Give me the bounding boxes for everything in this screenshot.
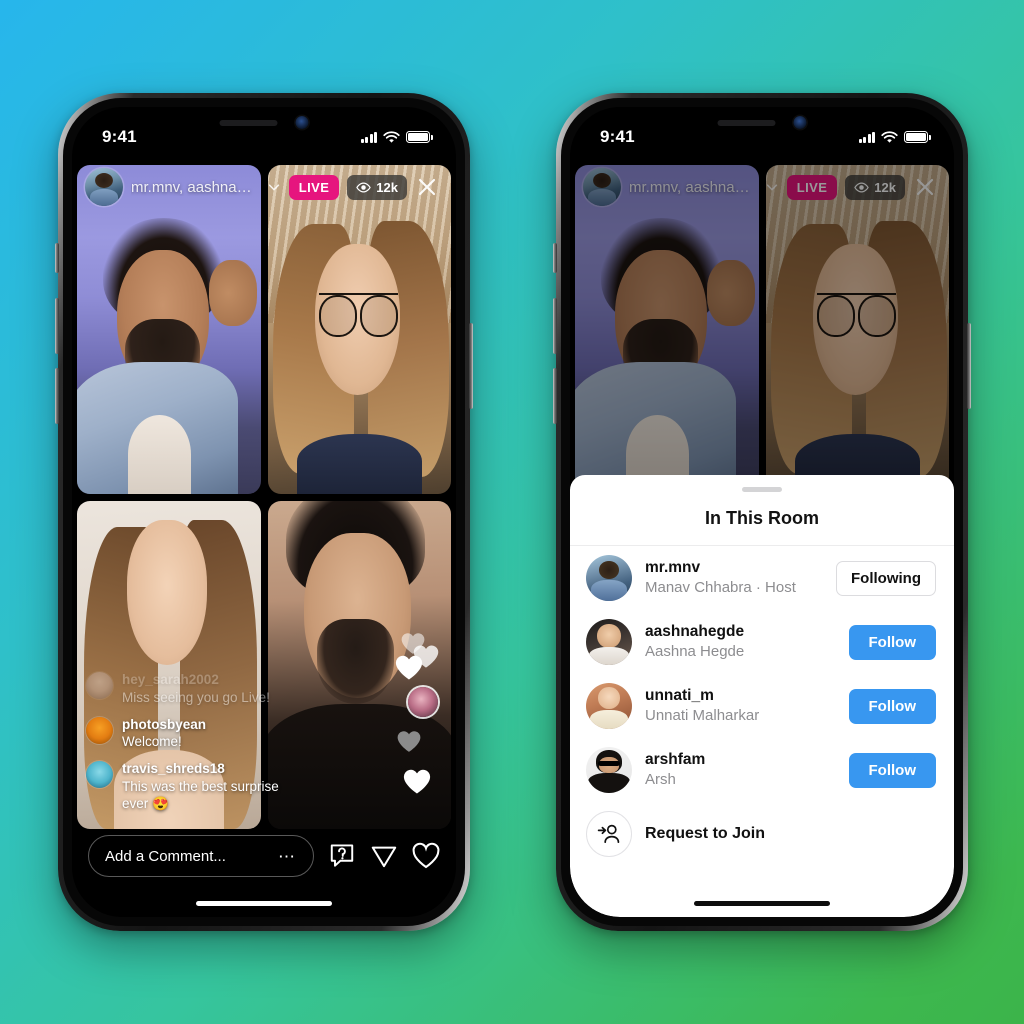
avatar[interactable]	[586, 683, 632, 729]
home-indicator[interactable]	[196, 901, 332, 906]
follow-button[interactable]: Follow	[848, 752, 936, 788]
home-indicator[interactable]	[694, 901, 830, 906]
member-fullname: Manav Chhabra · Host	[645, 579, 796, 597]
mute-switch[interactable]	[55, 243, 59, 273]
volume-up-button[interactable]	[553, 298, 557, 354]
viewer-count-badge[interactable]: 12k	[347, 174, 407, 200]
battery-icon	[406, 131, 433, 143]
paper-plane-icon[interactable]	[370, 842, 398, 870]
comment-text: Miss seeing you go Live!	[122, 690, 270, 706]
earpiece-speaker	[717, 119, 776, 126]
comment-placeholder: Add a Comment...	[105, 847, 226, 865]
participant-video-2[interactable]	[267, 165, 451, 494]
member-username[interactable]: arshfam	[645, 750, 836, 770]
earpiece-speaker	[219, 119, 278, 126]
commenter-avatar[interactable]	[86, 716, 113, 744]
member-fullname: Arsh	[645, 771, 676, 789]
heart-icon[interactable]	[412, 842, 440, 870]
comment-item[interactable]: photosbyean Welcome!	[86, 716, 296, 751]
reaction-avatar	[408, 687, 438, 717]
phone-bezel: 9:41	[63, 98, 465, 926]
commenter-username[interactable]: travis_shreds18	[122, 761, 296, 778]
eye-icon	[356, 181, 372, 193]
notch	[717, 116, 807, 129]
heart-icon	[397, 731, 421, 752]
volume-down-button[interactable]	[55, 368, 59, 424]
person-add-icon	[586, 811, 632, 857]
room-member-row[interactable]: aashnahegde Aashna Hegde Follow	[570, 610, 954, 674]
live-bottom-bar: Add a Comment... ⋯	[72, 829, 456, 883]
live-badge: LIVE	[288, 174, 340, 200]
heart-icon	[403, 769, 431, 794]
question-bubble-icon[interactable]	[328, 842, 356, 870]
power-button[interactable]	[967, 323, 971, 409]
phone-bezel: 9:41	[561, 98, 963, 926]
avatar[interactable]	[586, 619, 632, 665]
request-to-join-label[interactable]: Request to Join	[645, 825, 765, 843]
mute-switch[interactable]	[553, 243, 557, 273]
live-header: mr.mnv, aashnahe... LIVE 12k	[77, 165, 451, 209]
following-button[interactable]: Following	[836, 560, 936, 596]
comment-item[interactable]: travis_shreds18 This was the best surpri…	[86, 761, 296, 813]
floating-reactions	[388, 629, 450, 809]
room-member-row[interactable]: mr.mnv Manav Chhabra · Host Following	[570, 546, 954, 610]
avatar[interactable]	[586, 747, 632, 793]
heart-icon	[395, 655, 423, 680]
status-time: 9:41	[102, 127, 137, 146]
front-camera-icon	[793, 116, 807, 129]
member-username[interactable]: unnati_m	[645, 686, 836, 706]
wifi-icon	[383, 130, 400, 143]
volume-down-button[interactable]	[553, 368, 557, 424]
in-this-room-sheet: In This Room mr.mnv Manav Chhabra · Host…	[570, 475, 954, 917]
member-fullname: Aashna Hegde	[645, 643, 745, 661]
commenter-avatar[interactable]	[86, 761, 113, 789]
member-fullname: Unnati Malharkar	[645, 707, 760, 725]
cellular-bars-icon	[360, 131, 377, 143]
screen-live: 9:41 mr.mnv, aashnahe... LIVE 12k hey_sa…	[72, 107, 456, 917]
commenter-username[interactable]: hey_sarah2002	[122, 672, 270, 689]
commenter-username[interactable]: photosbyean	[122, 717, 206, 734]
phone-in-this-room: 9:41 mr.mnv, aashnahe... LIVE 12k In Thi…	[553, 93, 971, 931]
power-button[interactable]	[469, 323, 473, 409]
comment-text: Welcome!	[122, 734, 182, 750]
follow-button[interactable]: Follow	[848, 624, 936, 660]
status-bar-live: 9:41	[72, 107, 456, 155]
comment-input[interactable]: Add a Comment... ⋯	[88, 835, 314, 877]
follow-button[interactable]: Follow	[848, 688, 936, 724]
notch	[219, 116, 309, 129]
comment-item[interactable]: hey_sarah2002 Miss seeing you go Live!	[86, 672, 296, 706]
sheet-grabber[interactable]	[742, 487, 782, 492]
room-member-row[interactable]: arshfam Arsh Follow	[570, 738, 954, 802]
member-username[interactable]: aashnahegde	[645, 622, 836, 642]
host-avatar[interactable]	[85, 168, 123, 206]
viewer-count: 12k	[376, 179, 398, 195]
comment-text: This was the best surprise ever 😍	[122, 778, 279, 812]
front-camera-icon	[295, 116, 309, 129]
member-username[interactable]: mr.mnv	[645, 558, 823, 578]
comment-list: hey_sarah2002 Miss seeing you go Live! p…	[86, 662, 296, 813]
sheet-title: In This Room	[570, 508, 954, 546]
room-member-row[interactable]: unnati_m Unnati Malharkar Follow	[570, 674, 954, 738]
phone-live-grid: 9:41 mr.mnv, aashnahe... LIVE 12k hey_sa…	[55, 93, 473, 931]
volume-up-button[interactable]	[55, 298, 59, 354]
ellipsis-icon[interactable]: ⋯	[278, 848, 297, 865]
request-to-join-row[interactable]: Request to Join	[570, 802, 954, 866]
commenter-avatar[interactable]	[86, 672, 113, 700]
participant-video-1[interactable]	[77, 165, 261, 494]
participants-label[interactable]: mr.mnv, aashnahe...	[131, 179, 259, 196]
chevron-down-icon[interactable]	[267, 180, 281, 194]
close-icon[interactable]	[415, 175, 439, 199]
screen-room: 9:41 mr.mnv, aashnahe... LIVE 12k In Thi…	[570, 107, 954, 917]
avatar[interactable]	[586, 555, 632, 601]
